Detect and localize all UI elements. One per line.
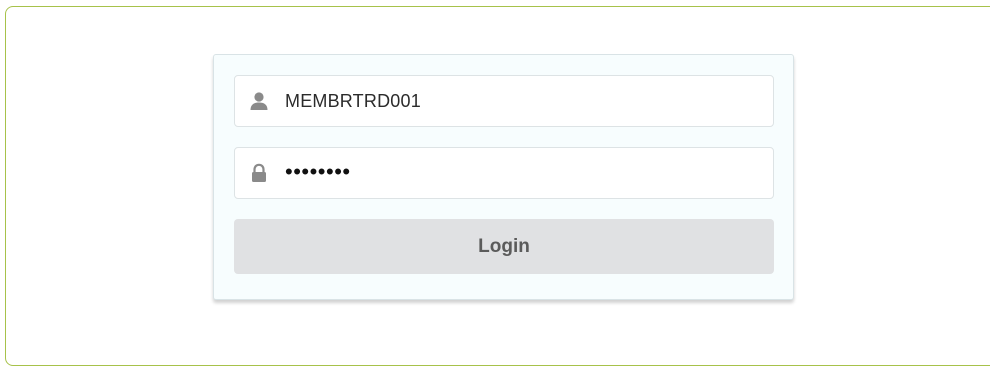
password-value: •••••••• (285, 159, 351, 184)
username-value: MEMBRTRD001 (285, 90, 421, 111)
username-field[interactable]: MEMBRTRD001 (234, 75, 774, 127)
user-icon (249, 91, 269, 111)
lock-icon (249, 163, 269, 183)
password-field[interactable]: •••••••• (234, 147, 774, 199)
login-button[interactable]: Login (234, 219, 774, 274)
login-card: MEMBRTRD001 •••••••• Login (213, 54, 794, 300)
